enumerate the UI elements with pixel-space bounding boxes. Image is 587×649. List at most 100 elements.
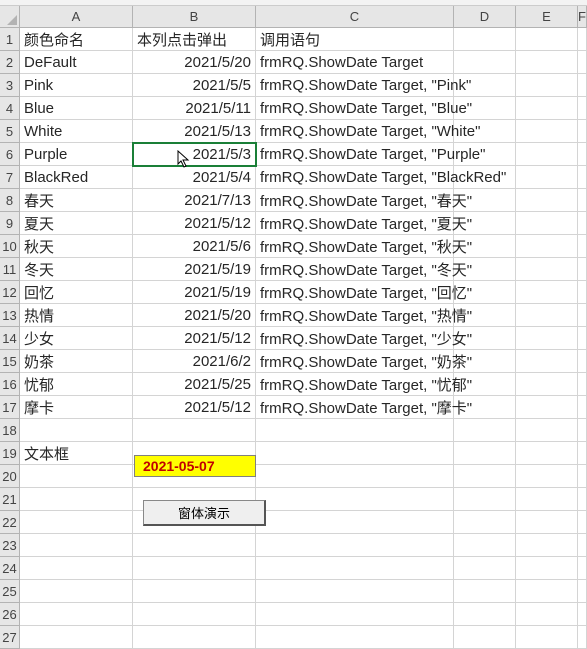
row-header[interactable]: 12 xyxy=(0,281,20,304)
cell[interactable]: 本列点击弹出 xyxy=(133,28,256,51)
column-header[interactable]: B xyxy=(133,6,256,28)
cell[interactable] xyxy=(516,120,578,143)
cell[interactable]: BlackRed xyxy=(20,166,133,189)
cell[interactable] xyxy=(578,212,587,235)
cell[interactable]: Purple xyxy=(20,143,133,166)
cell[interactable]: 奶茶 xyxy=(20,350,133,373)
cell[interactable] xyxy=(578,534,587,557)
row-header[interactable]: 21 xyxy=(0,488,20,511)
cell[interactable] xyxy=(516,281,578,304)
cell[interactable] xyxy=(133,626,256,649)
cell[interactable] xyxy=(516,534,578,557)
cell[interactable] xyxy=(578,166,587,189)
cell[interactable]: frmRQ.ShowDate Target, "少女" xyxy=(256,327,454,350)
cell[interactable] xyxy=(578,235,587,258)
cell[interactable] xyxy=(578,143,587,166)
cell[interactable] xyxy=(578,396,587,419)
cell[interactable]: 2021/5/12 xyxy=(133,327,256,350)
cell[interactable] xyxy=(454,28,516,51)
cell[interactable] xyxy=(256,442,454,465)
cell[interactable]: 2021/5/19 xyxy=(133,258,256,281)
cell[interactable]: 春天 xyxy=(20,189,133,212)
cell[interactable]: 2021/5/4 xyxy=(133,166,256,189)
cell[interactable] xyxy=(20,580,133,603)
row-header[interactable]: 17 xyxy=(0,396,20,419)
cell[interactable] xyxy=(516,51,578,74)
cell[interactable] xyxy=(578,419,587,442)
cell[interactable]: frmRQ.ShowDate Target, "回忆" xyxy=(256,281,454,304)
cell[interactable] xyxy=(516,304,578,327)
row-header[interactable]: 19 xyxy=(0,442,20,465)
cell[interactable] xyxy=(256,557,454,580)
cell[interactable] xyxy=(20,511,133,534)
cell[interactable] xyxy=(578,258,587,281)
cell[interactable] xyxy=(516,626,578,649)
row-header[interactable]: 3 xyxy=(0,74,20,97)
cell[interactable]: frmRQ.ShowDate Target, "秋天" xyxy=(256,235,454,258)
cell[interactable] xyxy=(133,557,256,580)
cell[interactable] xyxy=(516,350,578,373)
row-header[interactable]: 2 xyxy=(0,51,20,74)
cell[interactable] xyxy=(20,419,133,442)
cell[interactable] xyxy=(578,74,587,97)
cell[interactable]: frmRQ.ShowDate Target, "冬天" xyxy=(256,258,454,281)
cell[interactable] xyxy=(578,373,587,396)
cell[interactable] xyxy=(454,534,516,557)
cell[interactable] xyxy=(578,511,587,534)
cell[interactable]: 2021/5/25 xyxy=(133,373,256,396)
cell[interactable] xyxy=(454,442,516,465)
textbox-date[interactable]: 2021-05-07 xyxy=(134,455,256,477)
cell[interactable]: frmRQ.ShowDate Target, "奶茶" xyxy=(256,350,454,373)
cell[interactable] xyxy=(516,557,578,580)
cell[interactable] xyxy=(454,465,516,488)
cell[interactable]: frmRQ.ShowDate Target, "忧郁" xyxy=(256,373,454,396)
row-header[interactable]: 10 xyxy=(0,235,20,258)
cell[interactable]: 2021/5/6 xyxy=(133,235,256,258)
cell[interactable] xyxy=(578,580,587,603)
cell[interactable] xyxy=(516,580,578,603)
cell[interactable] xyxy=(516,189,578,212)
row-header[interactable]: 20 xyxy=(0,465,20,488)
cell[interactable]: frmRQ.ShowDate Target xyxy=(256,51,454,74)
row-header[interactable]: 7 xyxy=(0,166,20,189)
cell[interactable] xyxy=(578,28,587,51)
cell[interactable] xyxy=(516,327,578,350)
cell[interactable] xyxy=(133,534,256,557)
cell[interactable] xyxy=(20,557,133,580)
cell[interactable]: frmRQ.ShowDate Target, "White" xyxy=(256,120,454,143)
cell[interactable]: 2021/5/12 xyxy=(133,396,256,419)
row-header[interactable]: 5 xyxy=(0,120,20,143)
select-all-corner[interactable] xyxy=(0,6,20,28)
cell[interactable] xyxy=(516,511,578,534)
cell[interactable]: 少女 xyxy=(20,327,133,350)
cell[interactable] xyxy=(578,488,587,511)
cell[interactable]: 2021/5/3 xyxy=(133,143,256,166)
row-header[interactable]: 1 xyxy=(0,28,20,51)
cell[interactable]: White xyxy=(20,120,133,143)
cell[interactable]: frmRQ.ShowDate Target, "春天" xyxy=(256,189,454,212)
cell[interactable] xyxy=(454,626,516,649)
cell[interactable]: frmRQ.ShowDate Target, "Pink" xyxy=(256,74,454,97)
cell[interactable]: 2021/5/13 xyxy=(133,120,256,143)
column-header[interactable]: A xyxy=(20,6,133,28)
cell[interactable] xyxy=(578,327,587,350)
cell[interactable]: 调用语句 xyxy=(256,28,454,51)
cell[interactable]: frmRQ.ShowDate Target, "热情" xyxy=(256,304,454,327)
cell[interactable] xyxy=(516,166,578,189)
cell[interactable]: 秋天 xyxy=(20,235,133,258)
cell[interactable] xyxy=(516,419,578,442)
cell[interactable]: frmRQ.ShowDate Target, "摩卡" xyxy=(256,396,454,419)
cell[interactable] xyxy=(578,51,587,74)
cell[interactable] xyxy=(578,442,587,465)
cell[interactable] xyxy=(516,396,578,419)
row-header[interactable]: 23 xyxy=(0,534,20,557)
cell[interactable] xyxy=(256,580,454,603)
row-header[interactable]: 18 xyxy=(0,419,20,442)
cell[interactable]: Blue xyxy=(20,97,133,120)
cell[interactable] xyxy=(516,235,578,258)
cell[interactable] xyxy=(516,258,578,281)
cell[interactable] xyxy=(578,350,587,373)
form-demo-button[interactable]: 窗体演示 xyxy=(143,500,266,526)
cell[interactable]: 2021/7/13 xyxy=(133,189,256,212)
row-header[interactable]: 26 xyxy=(0,603,20,626)
